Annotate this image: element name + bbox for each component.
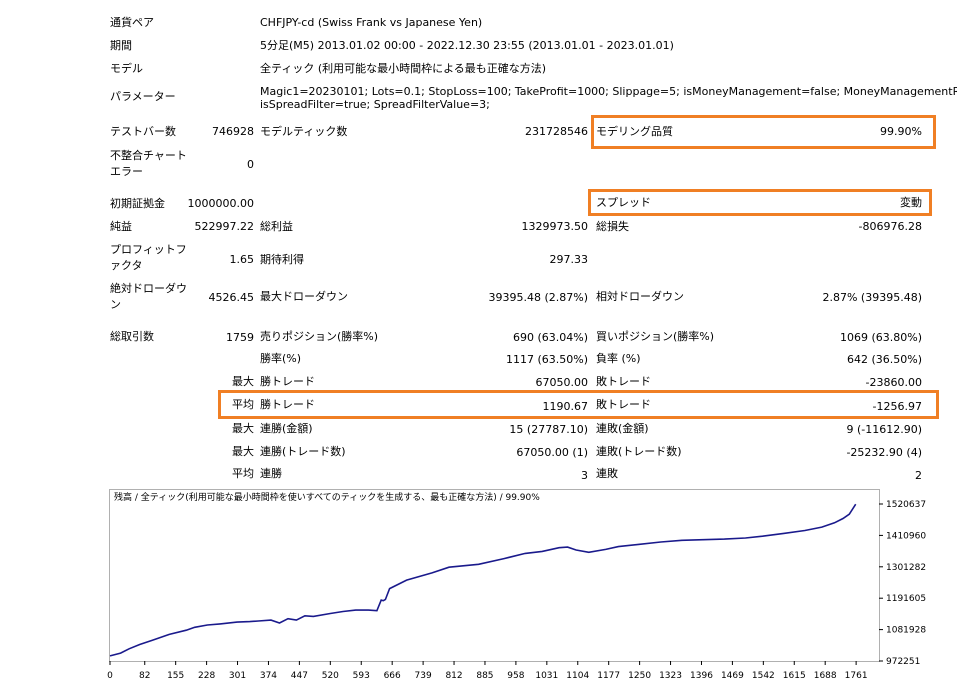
y-tick-label: 972251 [886, 657, 920, 667]
x-tick-label: 885 [476, 671, 493, 681]
x-tick-label: 0 [107, 671, 113, 681]
x-tick-label: 520 [322, 671, 339, 681]
x-tick-label: 1615 [783, 671, 806, 681]
x-tick-label: 374 [260, 671, 277, 681]
x-tick-label: 1761 [845, 671, 868, 681]
x-tick-label: 1177 [597, 671, 620, 681]
x-tick-label: 958 [507, 671, 524, 681]
x-tick-label: 82 [139, 671, 150, 681]
y-tick-label: 1410960 [886, 531, 926, 541]
x-tick-label: 1688 [814, 671, 837, 681]
x-tick-label: 1031 [535, 671, 558, 681]
y-tick-label: 1301282 [886, 563, 926, 573]
balance-line [109, 503, 857, 657]
x-tick-label: 1542 [752, 671, 775, 681]
x-tick-label: 593 [353, 671, 370, 681]
x-tick-label: 1250 [628, 671, 651, 681]
x-tick-label: 1469 [721, 671, 744, 681]
x-tick-label: 812 [445, 671, 462, 681]
y-tick-label: 1520637 [886, 500, 926, 510]
x-tick-label: 666 [384, 671, 401, 681]
x-tick-label: 301 [229, 671, 246, 681]
x-tick-label: 1323 [659, 671, 682, 681]
x-tick-label: 447 [291, 671, 308, 681]
balance-chart: 972251 1081928 1191605 1301282 1410960 152063… [107, 500, 926, 681]
x-tick-label: 739 [415, 671, 432, 681]
x-tick-label: 228 [198, 671, 215, 681]
y-tick-label: 1191605 [886, 594, 926, 604]
x-tick-label: 155 [167, 671, 184, 681]
x-tick-label: 1396 [690, 671, 713, 681]
y-tick-label: 1081928 [886, 626, 926, 636]
x-tick-label: 1104 [566, 671, 589, 681]
